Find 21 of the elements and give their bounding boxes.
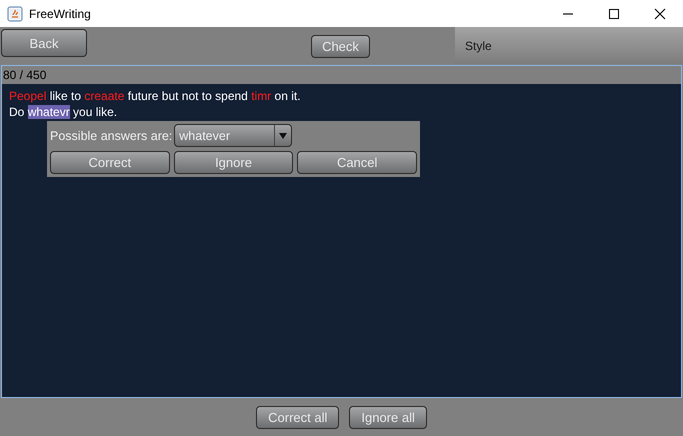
misspelled-word: timr (251, 89, 272, 103)
check-button[interactable]: Check (311, 35, 370, 58)
text-run: you like. (72, 105, 118, 119)
misspelled-word: creaate (84, 89, 124, 103)
text-run: Do (9, 105, 26, 119)
window-title: FreeWriting (29, 6, 92, 20)
text-run: like to (48, 89, 82, 103)
answers-label: Possible answers are: (50, 128, 172, 144)
footer-button[interactable]: Correct all (256, 406, 340, 428)
style-panel-header[interactable]: Style (455, 27, 683, 64)
dropdown-arrow-icon (279, 132, 288, 140)
popup-button[interactable]: Cancel (297, 151, 418, 174)
text-run: future but not to spend (126, 89, 249, 103)
app-icon (7, 6, 23, 22)
answer-dropdown[interactable]: whatever (174, 124, 292, 147)
popup-button[interactable]: Ignore (174, 151, 294, 174)
text-run: on it. (274, 89, 301, 103)
footer-button[interactable]: Ignore all (349, 406, 427, 428)
back-button[interactable]: Back (1, 29, 87, 57)
misspelled-word: Peopel (9, 89, 46, 103)
popup-button[interactable]: Correct (50, 151, 170, 174)
